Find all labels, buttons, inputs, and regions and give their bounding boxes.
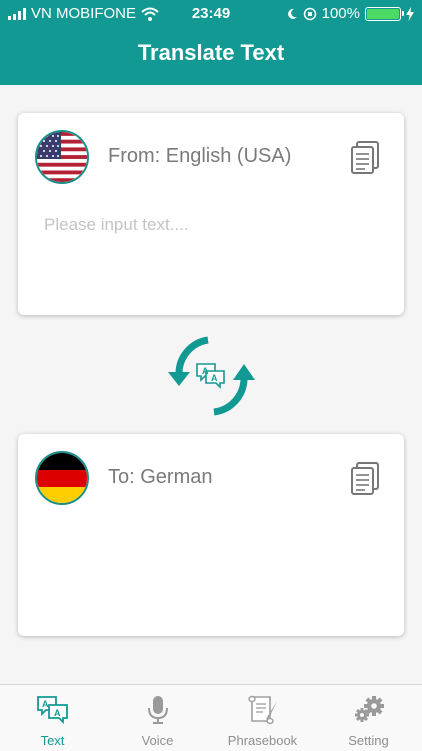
target-language-label[interactable]: To: German	[108, 466, 212, 489]
app-header: VN MOBIFONE 23:49 100% Translate Text	[0, 0, 422, 85]
svg-text:A: A	[42, 699, 49, 709]
tab-setting[interactable]: Setting	[316, 685, 421, 751]
source-text-input[interactable]: Please input text....	[44, 215, 189, 235]
copy-icon[interactable]	[350, 462, 380, 496]
orientation-lock-icon	[303, 7, 316, 20]
svg-text:A: A	[54, 708, 61, 718]
battery-icon	[365, 6, 404, 21]
svg-text:A: A	[202, 366, 209, 376]
copy-icon[interactable]	[350, 141, 380, 175]
tab-label: Text	[40, 733, 65, 748]
source-text-card[interactable]: From: English (USA) Please input text...…	[18, 113, 404, 315]
swap-languages-button[interactable]: A A	[164, 334, 258, 418]
svg-text:A: A	[211, 373, 218, 383]
target-text-card[interactable]: To: German	[18, 434, 404, 636]
charging-icon	[406, 6, 414, 21]
battery-percent: 100%	[321, 5, 360, 22]
tab-label: Setting	[348, 733, 389, 748]
status-bar: VN MOBIFONE 23:49 100%	[0, 0, 422, 30]
tab-label: Voice	[141, 733, 174, 748]
germany-flag-icon[interactable]	[35, 451, 89, 505]
tab-text[interactable]: A A Text	[0, 685, 105, 751]
tab-phrasebook[interactable]: Phrasebook	[210, 685, 315, 751]
bottom-tab-bar: A A Text Voice Phrasebook Setting	[0, 684, 422, 751]
tab-label: Phrasebook	[227, 733, 298, 748]
page-title: Translate Text	[137, 40, 285, 65]
moon-icon	[287, 8, 297, 19]
source-language-label[interactable]: From: English (USA)	[108, 145, 291, 168]
translate-icon: A A	[37, 696, 68, 725]
microphone-icon	[148, 696, 168, 724]
scroll-quill-icon	[248, 695, 277, 725]
tab-voice[interactable]: Voice	[105, 685, 210, 751]
gears-icon	[355, 696, 384, 722]
usa-flag-icon[interactable]	[35, 130, 89, 184]
